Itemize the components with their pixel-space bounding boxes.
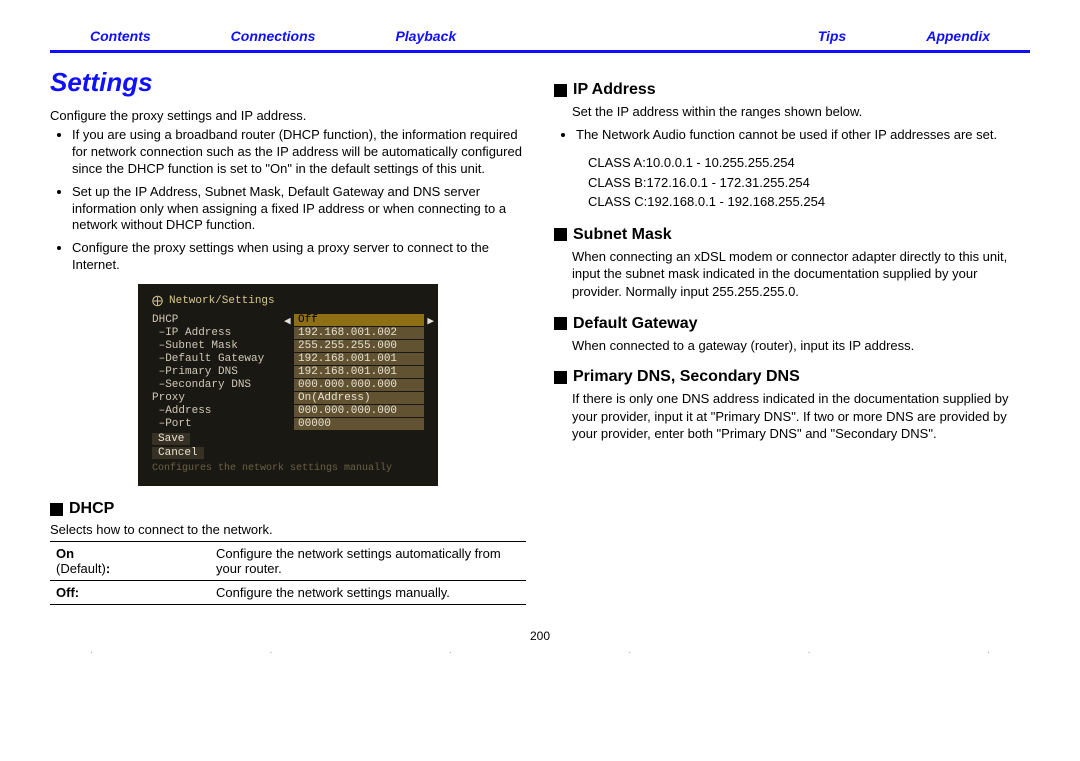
dhcp-on-label: On bbox=[56, 546, 74, 561]
footer-dots: ...... bbox=[50, 645, 1030, 656]
table-row: On (Default): Configure the network sett… bbox=[50, 542, 526, 581]
dhcp-heading: DHCP bbox=[50, 500, 526, 518]
dhcp-desc: Selects how to connect to the network. bbox=[50, 522, 526, 537]
osd-row: –Address000.000.000.000 bbox=[152, 405, 424, 417]
osd-row: –Primary DNS192.168.001.001 bbox=[152, 366, 424, 378]
dns-desc: If there is only one DNS address indicat… bbox=[554, 390, 1030, 443]
osd-title: Network/Settings bbox=[152, 294, 424, 308]
nav-contents[interactable]: Contents bbox=[90, 28, 151, 44]
intro-text: Configure the proxy settings and IP addr… bbox=[50, 108, 526, 123]
ip-desc: Set the IP address within the ranges sho… bbox=[554, 103, 1030, 121]
osd-row: ProxyOn(Address) bbox=[152, 392, 424, 404]
subnet-heading: Subnet Mask bbox=[554, 226, 1030, 244]
dhcp-on-desc: Configure the network settings automatic… bbox=[210, 542, 526, 581]
class-c: CLASS C:192.168.0.1 - 192.168.255.254 bbox=[588, 192, 1030, 212]
osd-save: Save bbox=[152, 433, 190, 445]
nav-connections[interactable]: Connections bbox=[231, 28, 316, 44]
ip-heading: IP Address bbox=[554, 81, 1030, 99]
nav-tips[interactable]: Tips bbox=[818, 28, 847, 44]
osd-row: DHCPOff bbox=[152, 314, 424, 326]
osd-hint: Configures the network settings manually bbox=[152, 463, 424, 474]
osd-row: –Subnet Mask255.255.255.000 bbox=[152, 340, 424, 352]
table-row: Off: Configure the network settings manu… bbox=[50, 581, 526, 605]
gateway-heading: Default Gateway bbox=[554, 315, 1030, 333]
left-column: Settings Configure the proxy settings an… bbox=[50, 67, 526, 605]
subnet-desc: When connecting an xDSL modem or connect… bbox=[554, 248, 1030, 301]
nav-appendix[interactable]: Appendix bbox=[926, 28, 990, 44]
page-number: 200 bbox=[50, 629, 1030, 643]
osd-cancel: Cancel bbox=[152, 447, 204, 459]
right-column: IP Address Set the IP address within the… bbox=[554, 67, 1030, 605]
ip-classes: CLASS A:10.0.0.1 - 10.255.255.254 CLASS … bbox=[554, 153, 1030, 212]
dhcp-off-desc: Configure the network settings manually. bbox=[210, 581, 526, 605]
osd-screenshot: Network/Settings DHCPOff –IP Address192.… bbox=[138, 284, 438, 486]
class-b: CLASS B:172.16.0.1 - 172.31.255.254 bbox=[588, 173, 1030, 193]
nav-playback[interactable]: Playback bbox=[395, 28, 456, 44]
osd-row: –Port00000 bbox=[152, 418, 424, 430]
bullet-item: Set up the IP Address, Subnet Mask, Defa… bbox=[72, 184, 526, 235]
gateway-desc: When connected to a gateway (router), in… bbox=[554, 337, 1030, 355]
osd-row: –IP Address192.168.001.002 bbox=[152, 327, 424, 339]
osd-row: –Secondary DNS000.000.000.000 bbox=[152, 379, 424, 391]
ip-bullet: The Network Audio function cannot be use… bbox=[576, 127, 1030, 144]
bullet-item: Configure the proxy settings when using … bbox=[72, 240, 526, 274]
class-a: CLASS A:10.0.0.1 - 10.255.255.254 bbox=[588, 153, 1030, 173]
intro-bullets: If you are using a broadband router (DHC… bbox=[50, 127, 526, 274]
osd-row: –Default Gateway192.168.001.001 bbox=[152, 353, 424, 365]
dns-heading: Primary DNS, Secondary DNS bbox=[554, 368, 1030, 386]
dhcp-default-label: (Default) bbox=[56, 561, 106, 576]
page-title: Settings bbox=[50, 67, 526, 98]
top-nav: Contents Connections Playback Tips Appen… bbox=[50, 28, 1030, 53]
dhcp-table: On (Default): Configure the network sett… bbox=[50, 541, 526, 605]
bullet-item: If you are using a broadband router (DHC… bbox=[72, 127, 526, 178]
dhcp-off-label: Off bbox=[56, 585, 75, 600]
